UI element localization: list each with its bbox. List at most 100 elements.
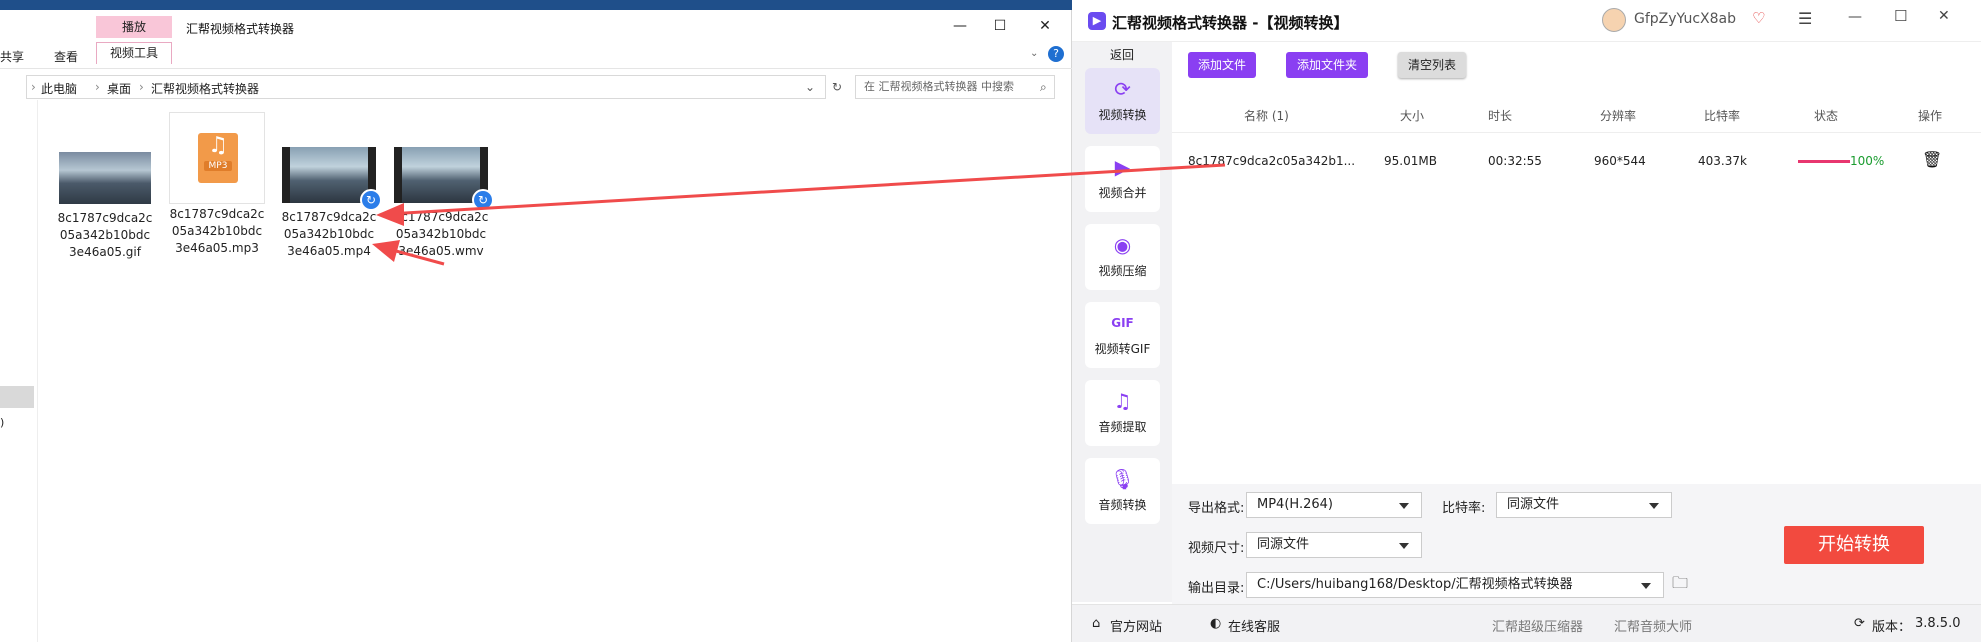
nav-pane-fragment: ): [0, 416, 5, 429]
chevron-right-icon: ›: [139, 80, 144, 94]
file-name-line: 8c1787c9dca2c: [393, 210, 489, 224]
clear-list-button[interactable]: 清空列表: [1398, 52, 1466, 78]
sidebar-item-video-merge[interactable]: ▶ 视频合并: [1085, 146, 1160, 212]
maximize-button[interactable]: ☐: [1894, 7, 1907, 25]
music-note-icon: ♫: [1113, 389, 1132, 413]
bitrate-select[interactable]: 同源文件: [1496, 492, 1672, 518]
desktop-background: [0, 0, 1075, 10]
microphone-icon: 🎙: [1109, 467, 1136, 491]
add-file-button[interactable]: 添加文件: [1188, 52, 1256, 78]
user-name[interactable]: GfpZyYucX8ab: [1634, 11, 1736, 27]
file-name-line: 8c1787c9dca2c: [281, 210, 377, 224]
ribbon-divider: [0, 68, 1072, 69]
help-icon[interactable]: ?: [1048, 46, 1064, 62]
context-tab-play[interactable]: 播放: [96, 16, 172, 38]
file-item-wmv[interactable]: ↻ 8c1787c9dca2c 05a342b10bdc 3e46a05.wmv: [386, 147, 496, 260]
minimize-button[interactable]: —: [1848, 9, 1862, 25]
minimize-button[interactable]: —: [940, 12, 980, 40]
format-select[interactable]: MP4(H.264): [1246, 492, 1422, 518]
music-note-icon: ♫: [208, 133, 228, 158]
vip-diamond-icon[interactable]: ♡: [1752, 9, 1765, 27]
file-name-line: 05a342b10bdc: [59, 228, 151, 242]
sidebar-item-label: 视频合并: [1098, 186, 1147, 200]
mp3-icon-label: MP3: [204, 161, 232, 171]
chevron-right-icon: ›: [95, 80, 100, 94]
converter-app-window: ▶ 汇帮视频格式转换器 -【视频转换】 GfpZyYucX8ab ♡ ☰ — ☐…: [1072, 0, 1981, 642]
file-name-line: 8c1787c9dca2c: [57, 211, 153, 225]
start-convert-button[interactable]: 开始转换: [1784, 526, 1924, 564]
row-progress-text: 100%: [1850, 154, 1885, 168]
sidebar-item-video-to-gif[interactable]: GIF 视频转GIF: [1085, 302, 1160, 368]
add-folder-button[interactable]: 添加文件夹: [1286, 52, 1368, 78]
video-camera-icon: ◉: [1113, 233, 1132, 257]
ribbon-tab-share[interactable]: 共享: [0, 48, 24, 65]
file-name-line: 8c1787c9dca2c: [169, 207, 265, 221]
video-merge-icon: ▶: [1114, 155, 1131, 179]
app-logo-icon: ▶: [1088, 12, 1106, 30]
headset-icon: ◐: [1210, 616, 1222, 631]
file-name-line: 3e46a05.wmv: [398, 244, 484, 258]
address-bar[interactable]: › 此电脑 › 桌面 › 汇帮视频格式转换器 ⌄: [26, 75, 826, 99]
output-dir-label: 输出目录:: [1188, 581, 1245, 596]
menu-icon[interactable]: ☰: [1798, 9, 1812, 28]
nav-pane-selected-item[interactable]: [0, 386, 34, 408]
breadcrumb-this-pc[interactable]: 此电脑: [41, 80, 77, 97]
explorer-title: 汇帮视频格式转换器: [186, 22, 295, 36]
converter-badge-icon: ↻: [472, 189, 494, 211]
progress-fill: [1798, 160, 1850, 163]
file-item-mp4[interactable]: ↻ 8c1787c9dca2c 05a342b10bdc 3e46a05.mp4: [274, 147, 384, 260]
column-header-bitrate: 比特率: [1704, 109, 1741, 123]
sidebar-item-audio-convert[interactable]: 🎙 音频转换: [1085, 458, 1160, 524]
avatar[interactable]: [1602, 8, 1626, 32]
chevron-down-icon[interactable]: ⌄: [805, 80, 815, 94]
video-size-select[interactable]: 同源文件: [1246, 532, 1422, 558]
chevron-right-icon: ›: [31, 80, 36, 94]
file-item-mp3[interactable]: ♫ MP3 8c1787c9dca2c 05a342b10bdc 3e46a05…: [162, 112, 272, 257]
ribbon-tab-video-tools[interactable]: 视频工具: [96, 42, 172, 64]
column-header-resolution: 分辨率: [1600, 109, 1637, 123]
file-explorer-window: 播放 汇帮视频格式转换器 — ☐ ✕ 共享 查看 视频工具 ⌄ ? › 此电脑 …: [0, 10, 1072, 642]
online-support-link[interactable]: 在线客服: [1228, 616, 1280, 635]
refresh-icon[interactable]: ↻: [826, 76, 848, 98]
version-number: 3.8.5.0: [1915, 616, 1961, 631]
sidebar-item-label: 音频转换: [1098, 498, 1147, 512]
row-file-size: 95.01MB: [1384, 154, 1437, 168]
folder-icon[interactable]: 🗀: [1672, 572, 1688, 599]
version-label: 版本：: [1872, 620, 1912, 635]
sidebar-item-label: 视频转GIF: [1094, 342, 1151, 356]
progress-track: [1798, 160, 1850, 163]
ribbon-tab-view[interactable]: 查看: [54, 48, 78, 65]
footer: ⌂ 官方网站 ◐ 在线客服 汇帮超级压缩器 汇帮音频大师 ⟳ 版本： 3.8.5…: [1072, 604, 1981, 642]
row-file-name: 8c1787c9dca2c05a342b1...: [1188, 154, 1356, 168]
output-dir-select[interactable]: C:/Users/huibang168/Desktop/汇帮视频格式转换器: [1246, 572, 1664, 598]
converter-badge-icon: ↻: [360, 189, 382, 211]
trash-icon[interactable]: 🗑: [1922, 150, 1942, 169]
sidebar-item-label: 视频压缩: [1098, 264, 1147, 278]
sidebar-item-audio-extract[interactable]: ♫ 音频提取: [1085, 380, 1160, 446]
table-header: [1172, 95, 1981, 133]
close-button[interactable]: ✕: [1025, 12, 1065, 40]
bitrate-label: 比特率:: [1442, 501, 1486, 516]
ribbon-expand-icon[interactable]: ⌄: [1030, 48, 1038, 59]
maximize-button[interactable]: ☐: [980, 12, 1020, 40]
official-website-link[interactable]: 官方网站: [1110, 616, 1162, 635]
close-button[interactable]: ✕: [1938, 8, 1950, 24]
breadcrumb-desktop[interactable]: 桌面: [107, 80, 131, 97]
column-header-name[interactable]: 名称 (1): [1244, 107, 1289, 124]
search-icon[interactable]: ⌕: [1040, 80, 1047, 95]
row-bitrate: 403.37k: [1698, 154, 1747, 168]
refresh-icon: ⟳: [1854, 616, 1865, 631]
column-header-size: 大小: [1400, 109, 1425, 123]
search-input[interactable]: 在 汇帮视频格式转换器 中搜索: [855, 75, 1055, 99]
file-item-gif[interactable]: 8c1787c9dca2c 05a342b10bdc 3e46a05.gif: [50, 152, 160, 261]
compressor-link[interactable]: 汇帮超级压缩器: [1492, 616, 1583, 635]
sidebar-item-video-convert[interactable]: ⟳ 视频转换: [1085, 68, 1160, 134]
mp4-thumbnail: ↻: [282, 147, 382, 211]
sidebar: 返回 ⟳ 视频转换 ▶ 视频合并 ◉ 视频压缩 GIF 视频转GIF ♫ 音频提…: [1072, 42, 1172, 602]
mp3-file-icon: ♫ MP3: [169, 112, 265, 204]
audio-master-link[interactable]: 汇帮音频大师: [1614, 616, 1692, 635]
back-button[interactable]: 返回: [1072, 46, 1172, 63]
column-header-status: 状态: [1814, 109, 1839, 123]
breadcrumb-folder[interactable]: 汇帮视频格式转换器: [151, 80, 259, 97]
sidebar-item-video-compress[interactable]: ◉ 视频压缩: [1085, 224, 1160, 290]
